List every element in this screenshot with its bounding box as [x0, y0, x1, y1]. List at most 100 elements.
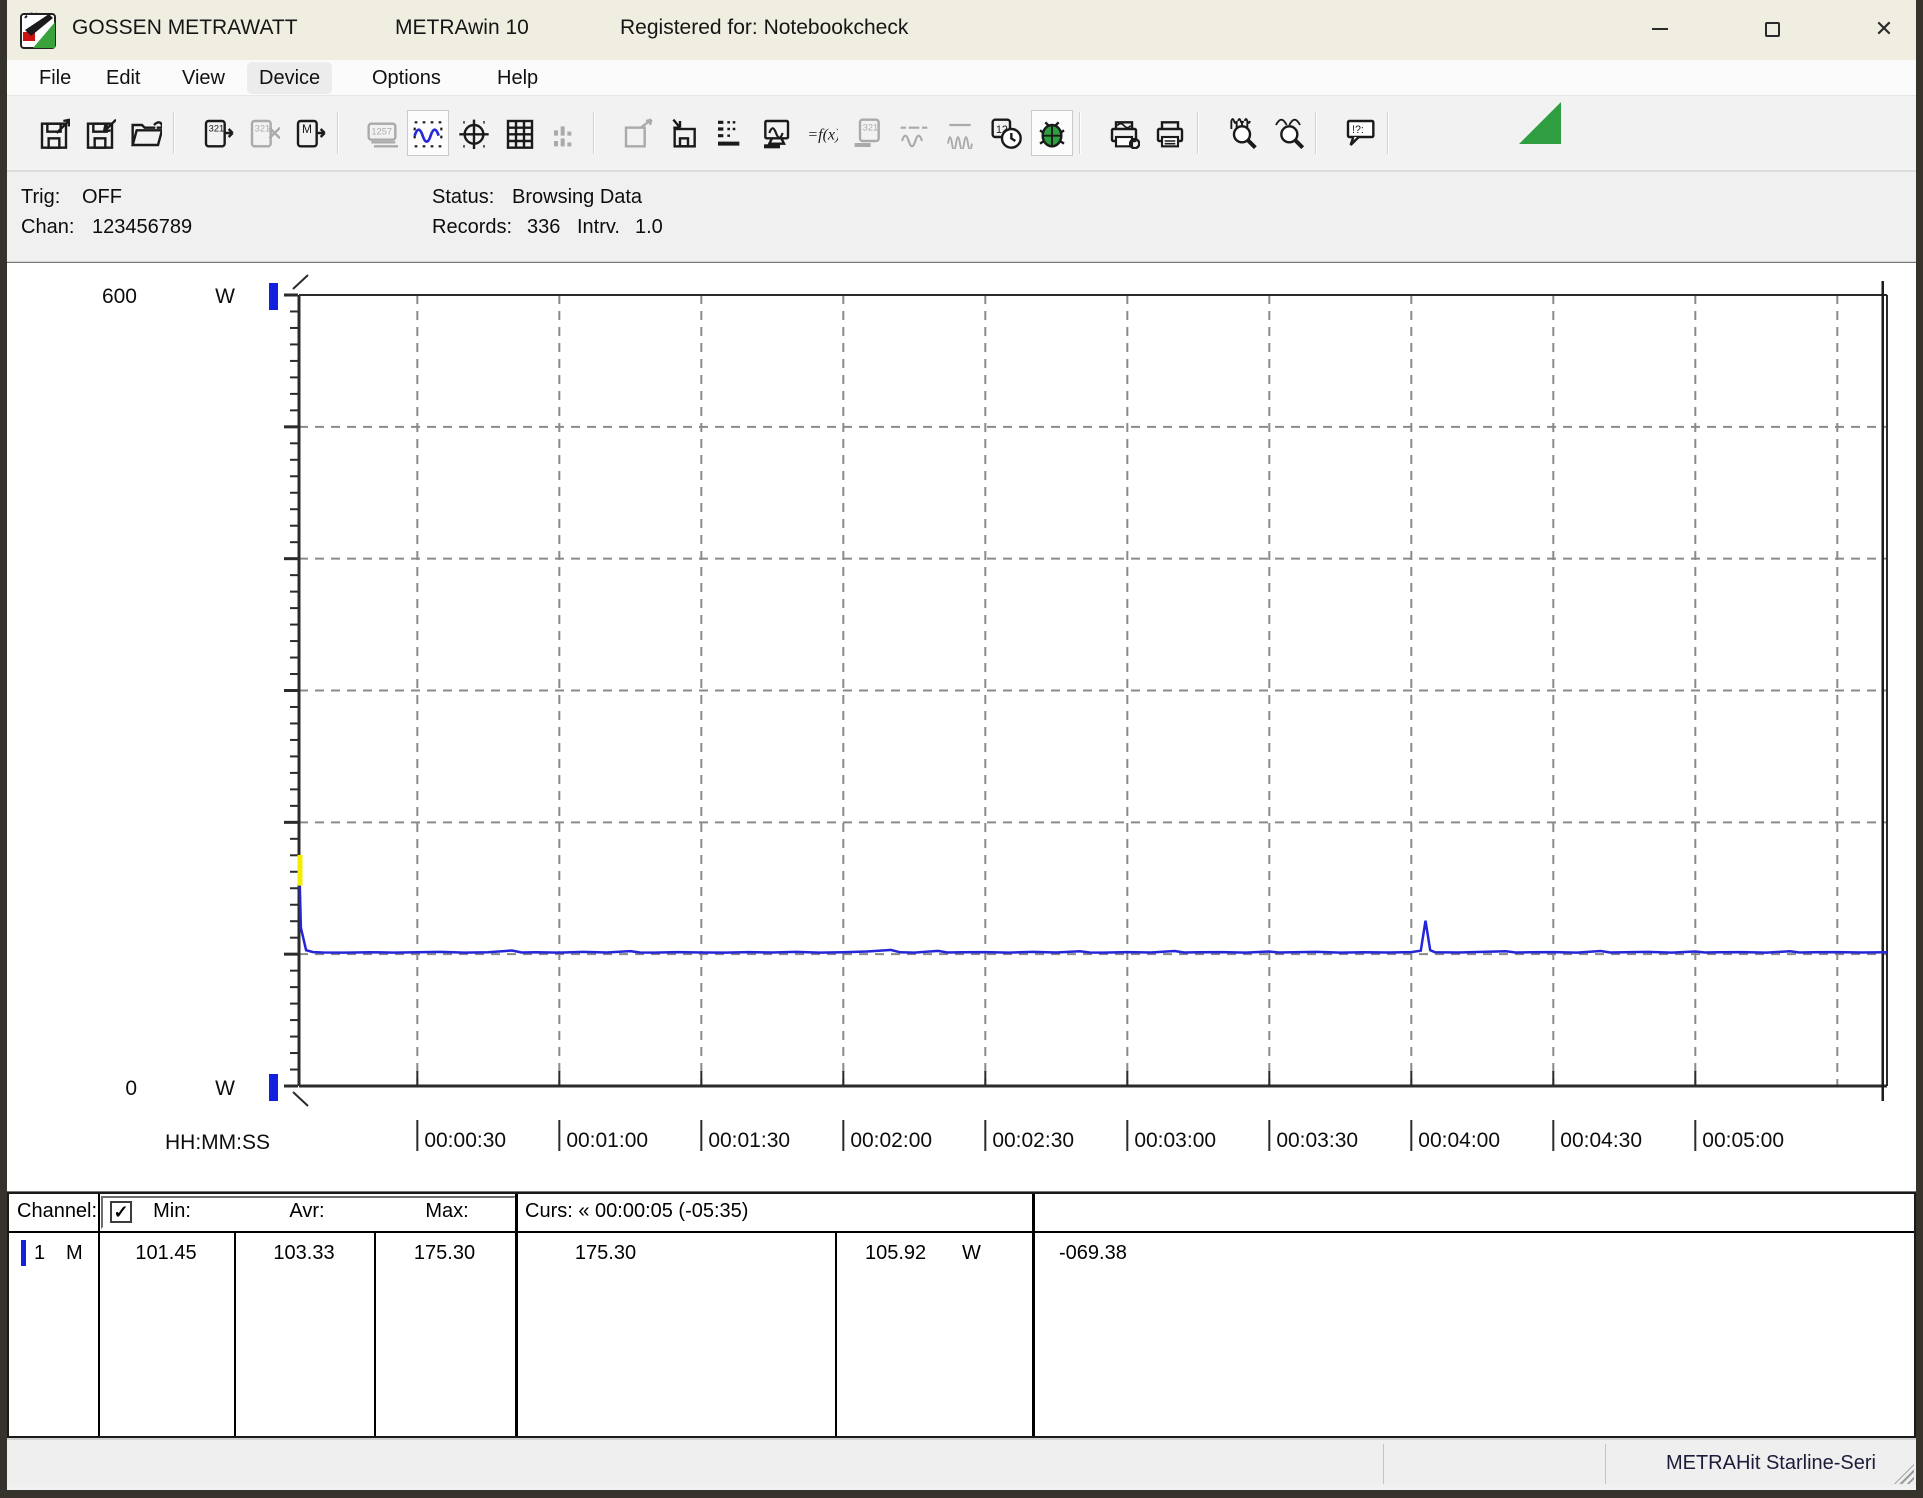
open-file-button[interactable] — [125, 110, 167, 156]
table-header-divider — [9, 1231, 1914, 1233]
app-title: METRAwin 10 — [395, 16, 529, 40]
dev-321-tool-icon: 321 — [852, 117, 884, 149]
trig-label: Trig: — [21, 186, 60, 209]
maximize-icon — [1765, 22, 1780, 37]
toolbar-separator — [1387, 112, 1389, 154]
toolbar-separator — [173, 112, 175, 154]
table-header-max: Max: — [417, 1200, 477, 1223]
statistics-view-button — [545, 110, 587, 156]
menu-item-edit[interactable]: Edit — [94, 62, 152, 94]
info-bar: Trig: OFF Chan: 123456789 Status: Browsi… — [7, 172, 1916, 262]
floppy-out-icon — [38, 117, 70, 149]
print-preview-button[interactable] — [1103, 110, 1145, 156]
zoom-in-wave-icon — [1226, 117, 1258, 149]
channel-settings-button[interactable] — [709, 110, 751, 156]
x-tick-label: 00:03:30 — [1276, 1129, 1358, 1152]
disconnect-device-321-button: 321 — [243, 110, 285, 156]
table-header-channel: Channel: — [17, 1200, 97, 1223]
svg-text:M: M — [302, 122, 312, 136]
dev-m-icon: M — [294, 117, 326, 149]
printer-icon — [1154, 117, 1186, 149]
resize-corner-triangle — [1519, 102, 1561, 144]
svg-text:1257: 1257 — [371, 126, 392, 136]
table-gridline — [515, 1194, 518, 1436]
x-tick-label: 00:02:00 — [850, 1129, 932, 1152]
toolbar: 321 321 M 1257 =f(x) 321 12!?: — [7, 96, 1916, 172]
folder-open-icon — [130, 117, 162, 149]
chan-value: 123456789 — [92, 216, 192, 239]
connected-device-text: METRAHit Starline-Seri — [1666, 1452, 1876, 1475]
import-disk-button[interactable] — [663, 110, 705, 156]
dev-321-icon: 321 — [202, 117, 234, 149]
table-gridline — [98, 1194, 100, 1436]
zoom-out-button[interactable] — [1267, 110, 1309, 156]
channel-checkbox[interactable]: ✓ — [110, 1201, 132, 1223]
menu-item-file[interactable]: File — [27, 62, 83, 94]
status-value: Browsing Data — [512, 186, 642, 209]
menu-item-view[interactable]: View — [170, 62, 237, 94]
row-cursor2-value: 105.92 — [865, 1242, 926, 1265]
channel-marker-top[interactable] — [269, 283, 278, 310]
x-tick-label: 00:04:30 — [1560, 1129, 1642, 1152]
row-delta-value: -069.38 — [1059, 1242, 1127, 1265]
save-button[interactable] — [79, 110, 121, 156]
speech-bubble-icon: !?: — [1344, 117, 1376, 149]
menu-item-device[interactable]: Device — [247, 62, 332, 94]
power-chart[interactable]: 00:00:3000:01:0000:01:3000:02:0000:02:30… — [7, 263, 1914, 1191]
statistics-table: Channel: ✓ Min: Avr: Max: Curs: « 00:00:… — [7, 1192, 1916, 1438]
bug-icon — [1036, 117, 1068, 149]
app-window: GOSSEN METRAWATT METRAwin 10 Registered … — [0, 0, 1923, 1498]
hints-button[interactable]: !?: — [1339, 110, 1381, 156]
multimeter-display-button: 1257 — [361, 110, 403, 156]
save-as-button[interactable] — [33, 110, 75, 156]
list-settings-icon — [714, 117, 746, 149]
y-axis-unit-top: W — [215, 285, 235, 308]
close-button[interactable]: ✕ — [1861, 8, 1907, 50]
row-channel-mode: M — [66, 1242, 83, 1265]
statusbar-separator — [1605, 1444, 1606, 1484]
monitor-online-button[interactable] — [755, 110, 797, 156]
resize-grip[interactable] — [1894, 1464, 1914, 1484]
minimize-button[interactable] — [1637, 8, 1683, 50]
minimize-icon — [1652, 28, 1668, 30]
row-channel-number[interactable]: 1 — [34, 1242, 45, 1265]
row-max-value: 175.30 — [374, 1242, 515, 1265]
time-settings-button[interactable]: 12 — [985, 110, 1027, 156]
row-cursor2-unit: W — [962, 1242, 981, 1265]
x-axis-format-label: HH:MM:SS — [165, 1131, 270, 1154]
export-disk-button — [617, 110, 659, 156]
svg-text:=f(x): =f(x) — [807, 127, 838, 144]
wave-dense-icon — [944, 117, 976, 149]
formula-fx-button[interactable]: =f(x) — [801, 110, 843, 156]
maximize-button[interactable] — [1749, 8, 1795, 50]
interval-label: Intrv. — [577, 216, 620, 239]
read-device-321-button[interactable]: 321 — [197, 110, 239, 156]
brand-title: GOSSEN METRAWATT — [72, 16, 298, 40]
x-tick-label: 00:00:30 — [424, 1129, 506, 1152]
floppy-in-icon — [84, 117, 116, 149]
read-device-m-button[interactable]: M — [289, 110, 331, 156]
channel-marker-bottom[interactable] — [269, 1074, 278, 1101]
menu-item-options[interactable]: Options — [360, 62, 453, 94]
y-axis-max-label: 600 — [102, 285, 137, 308]
x-tick-label: 00:04:00 — [1418, 1129, 1500, 1152]
row-min-value: 101.45 — [98, 1242, 234, 1265]
crosshair-icon — [458, 117, 490, 149]
chart-view-button[interactable] — [407, 110, 449, 156]
table-view-button[interactable] — [499, 110, 541, 156]
cursor-crosshair-button[interactable] — [453, 110, 495, 156]
zoom-in-button[interactable] — [1221, 110, 1263, 156]
x-tick-label: 00:03:00 — [1134, 1129, 1216, 1152]
title-bar: GOSSEN METRAWATT METRAwin 10 Registered … — [7, 0, 1916, 60]
menu-item-help[interactable]: Help — [485, 62, 550, 94]
statusbar-separator — [1383, 1444, 1384, 1484]
checkmark-icon: ✓ — [113, 1202, 128, 1223]
table-gridline — [835, 1231, 837, 1436]
status-bar: METRAHit Starline-Seri — [7, 1438, 1916, 1486]
status-label: Status: — [432, 186, 494, 209]
debug-mode-button[interactable] — [1031, 110, 1073, 156]
table-gridline — [1032, 1194, 1035, 1436]
print-button[interactable] — [1149, 110, 1191, 156]
channel-1-curve[interactable] — [299, 855, 1887, 953]
disk-share-icon — [622, 117, 654, 149]
